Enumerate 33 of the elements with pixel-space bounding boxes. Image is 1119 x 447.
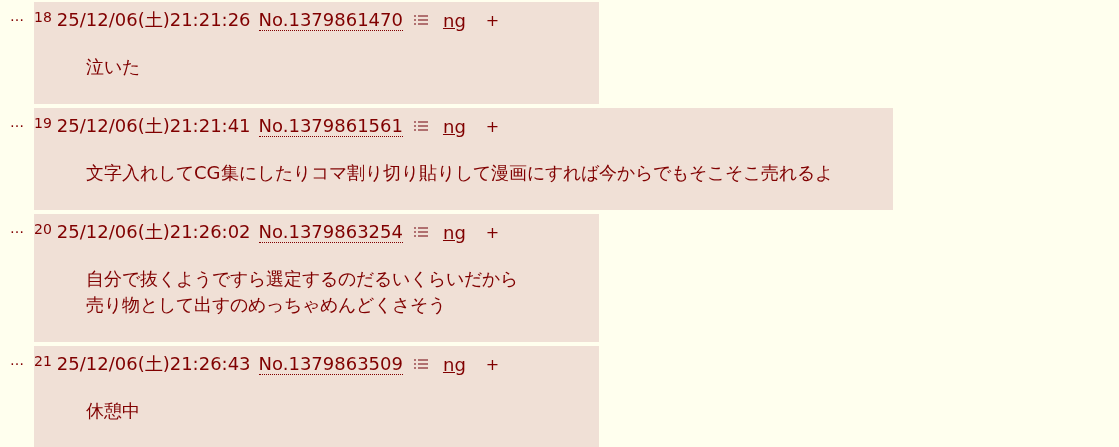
ellipsis-mark: … <box>9 351 25 368</box>
add-button[interactable]: + <box>485 222 500 242</box>
ellipsis-mark: … <box>9 113 25 130</box>
post-number[interactable]: No.1379861470 <box>258 9 403 31</box>
menu-icon[interactable] <box>412 225 429 239</box>
post-index: 20 <box>34 221 52 237</box>
post-text: 泣いた <box>86 55 141 79</box>
post-number[interactable]: No.1379863509 <box>258 353 403 375</box>
post-text: 休憩中 <box>86 399 141 423</box>
ellipsis-mark: … <box>9 219 25 236</box>
menu-icon[interactable] <box>412 119 429 133</box>
post-text: 文字入れしてCG集にしたりコマ割り切り貼りして漫画にすれば今からでもそこそこ売れるよ <box>86 161 833 185</box>
post-number[interactable]: No.1379861561 <box>258 115 403 137</box>
post-datetime: 25/12/06(土)21:21:41 <box>56 114 251 138</box>
menu-icon[interactable] <box>412 13 429 27</box>
ng-link[interactable]: ng <box>442 221 466 243</box>
post-datetime: 25/12/06(土)21:26:02 <box>56 220 251 244</box>
ng-link[interactable]: ng <box>442 115 466 137</box>
post-number[interactable]: No.1379863254 <box>258 221 403 243</box>
post-datetime: 25/12/06(土)21:26:43 <box>56 352 251 376</box>
post-datetime: 25/12/06(土)21:21:26 <box>56 8 251 32</box>
menu-icon[interactable] <box>412 357 429 371</box>
post-index: 19 <box>34 115 52 131</box>
post-text: 自分で抜くようですら選定するのだるいくらいだから <box>86 267 519 291</box>
post-index: 18 <box>34 9 52 25</box>
post-index: 21 <box>34 353 52 369</box>
add-button[interactable]: + <box>485 354 500 374</box>
add-button[interactable]: + <box>485 116 500 136</box>
ellipsis-mark: … <box>9 7 25 24</box>
ng-link[interactable]: ng <box>442 9 466 31</box>
ng-link[interactable]: ng <box>442 353 466 375</box>
post-text: 売り物として出すのめっちゃめんどくさそう <box>86 293 447 317</box>
add-button[interactable]: + <box>485 10 500 30</box>
